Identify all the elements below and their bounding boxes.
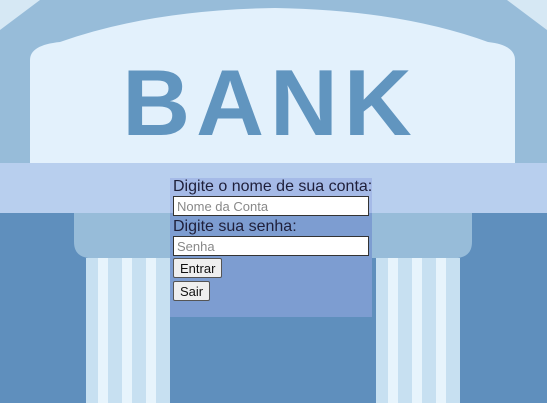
account-label: Digite o nome de sua conta: — [173, 178, 373, 195]
bank-sign-text: BANK — [122, 50, 418, 155]
left-column-capital — [74, 213, 170, 258]
password-label: Digite sua senha: — [173, 218, 297, 235]
exit-button[interactable]: Sair — [173, 281, 211, 301]
right-column-capital — [372, 213, 472, 258]
account-name-input[interactable] — [173, 196, 369, 216]
enter-button[interactable]: Entrar — [173, 258, 223, 278]
password-input[interactable] — [173, 236, 369, 256]
login-form: Digite o nome de sua conta: Digite sua s… — [170, 178, 372, 317]
